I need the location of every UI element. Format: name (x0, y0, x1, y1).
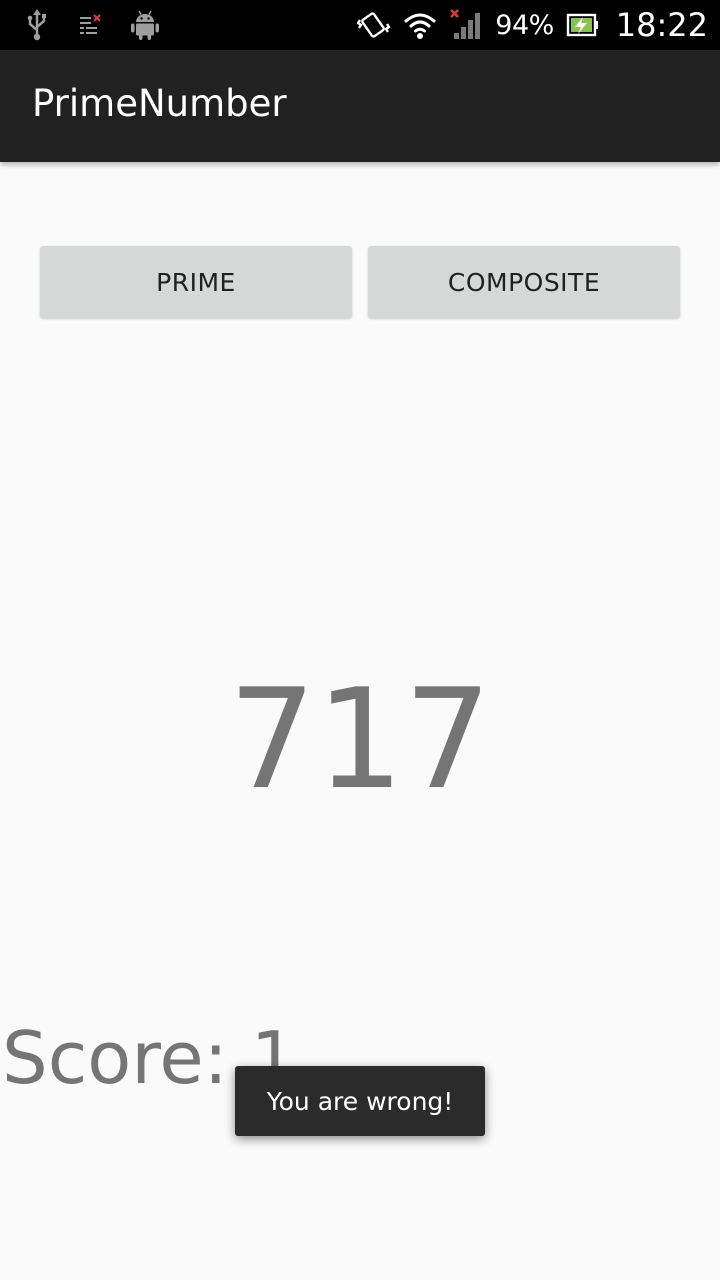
toast-message: You are wrong! (235, 1066, 485, 1136)
number-display: 717 (228, 659, 492, 820)
status-bar: 94% 18:22 (0, 0, 720, 50)
battery-charging-icon (566, 8, 600, 42)
cell-signal-no-service-icon (449, 8, 483, 42)
android-debug-icon (130, 8, 160, 42)
battery-percentage: 94% (495, 9, 554, 41)
prime-button[interactable]: PRIME (40, 246, 352, 318)
status-bar-right: 94% 18:22 (357, 0, 708, 50)
app-screen: 94% 18:22 PrimeNumber PRIME COMPOSITE 71… (0, 0, 720, 1280)
action-bar: PrimeNumber (0, 50, 720, 162)
notification-list-icon (76, 8, 106, 42)
app-title: PrimeNumber (32, 82, 287, 125)
composite-button[interactable]: COMPOSITE (368, 246, 680, 318)
vibrate-icon (357, 8, 391, 42)
usb-icon (22, 8, 52, 42)
status-bar-left (22, 8, 160, 42)
toast-text: You are wrong! (266, 1086, 454, 1116)
wifi-icon (403, 8, 437, 42)
status-time: 18:22 (615, 6, 708, 44)
